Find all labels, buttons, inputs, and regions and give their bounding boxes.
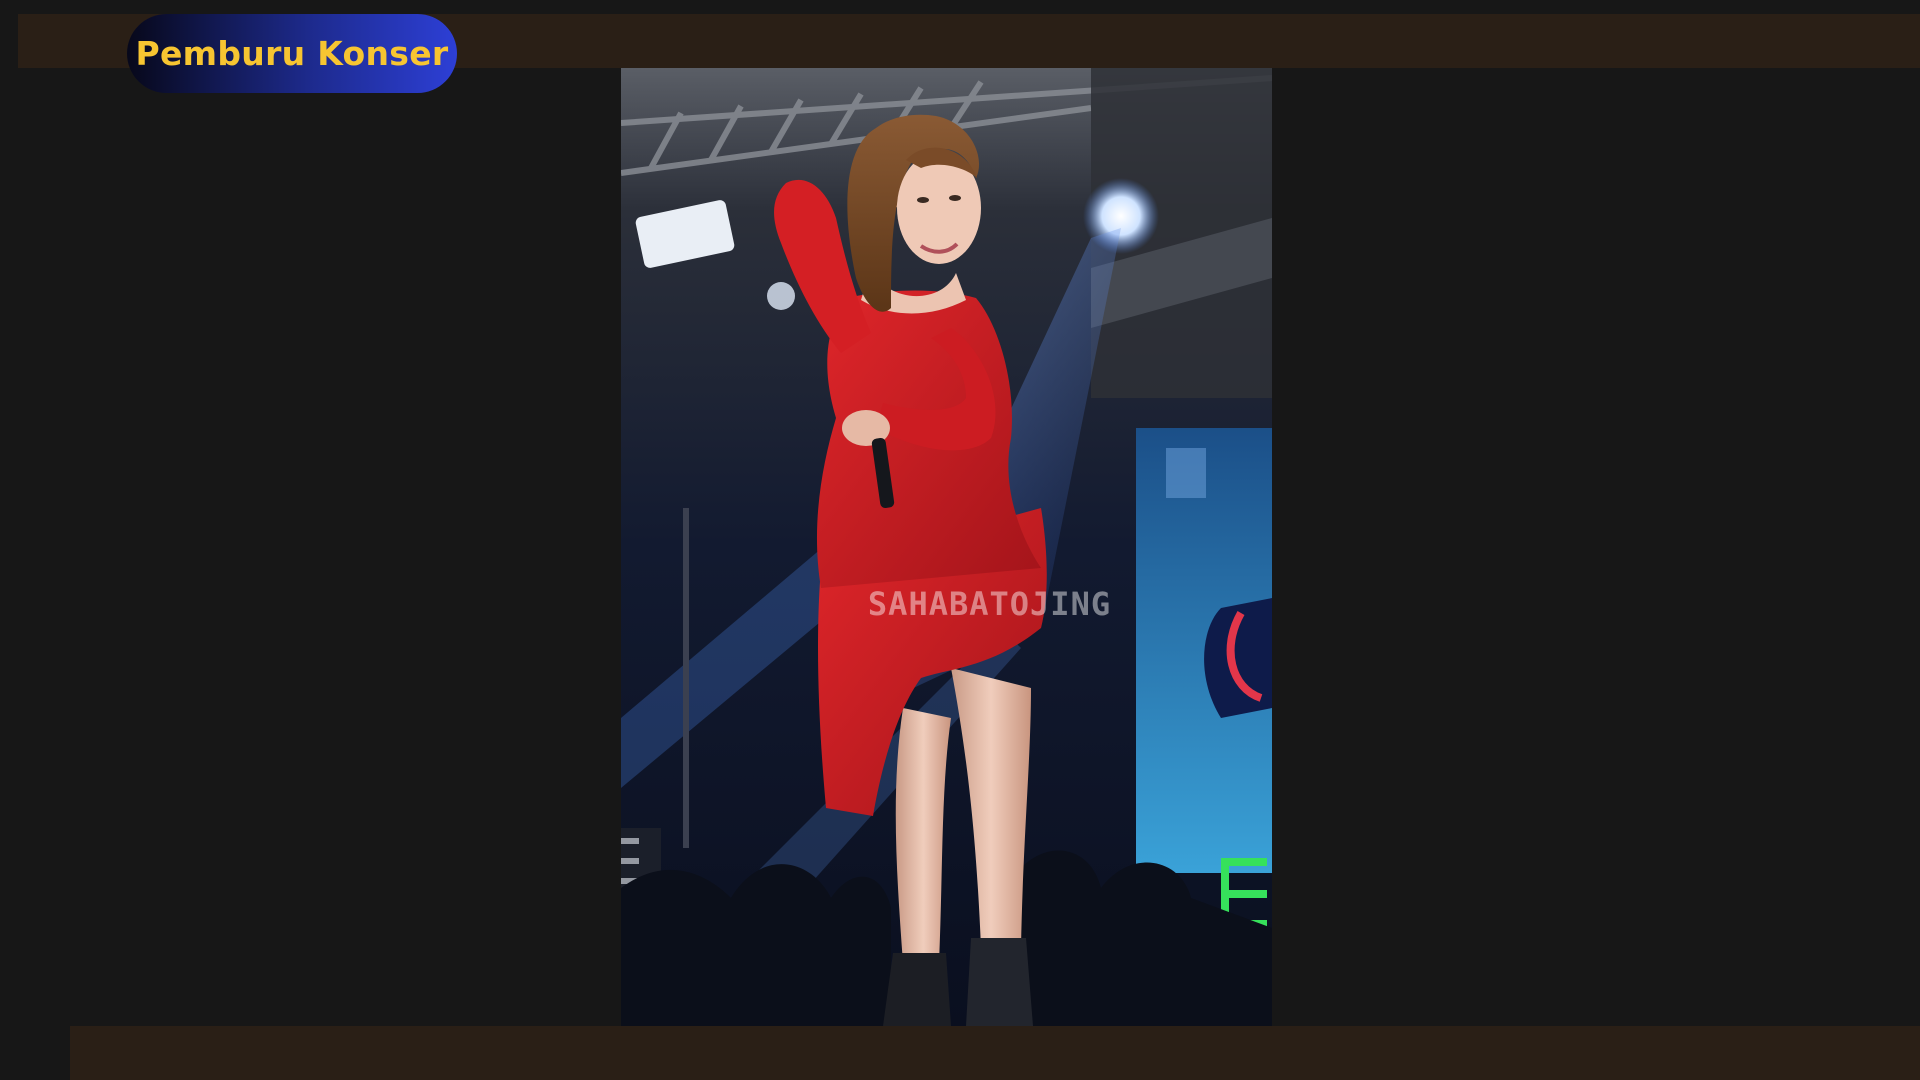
concert-photo bbox=[621, 68, 1272, 1026]
video-frame[interactable]: SAHABATOJING bbox=[621, 68, 1272, 1026]
channel-logo: Pemburu Konser bbox=[127, 14, 457, 93]
channel-name: Pemburu Konser bbox=[135, 34, 449, 73]
player-canvas: Pemburu Konser SAHABATOJING bbox=[0, 0, 1920, 1080]
bottom-letterbox-bar bbox=[70, 1026, 1920, 1080]
